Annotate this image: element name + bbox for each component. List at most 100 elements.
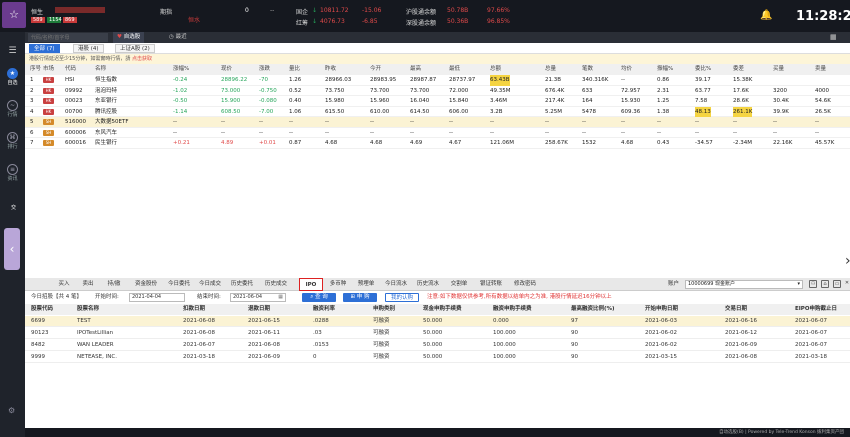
quote-col-header[interactable]: 笔数 <box>582 64 593 75</box>
quote-cell-prev: 15.980 <box>325 98 345 104</box>
tab-recent[interactable]: ◷ 最近 <box>165 32 191 43</box>
trade-tab[interactable]: 历史委托 <box>227 278 257 291</box>
search-input[interactable] <box>28 33 108 42</box>
ipo-col-header[interactable]: 退款日期 <box>248 304 270 315</box>
quote-row[interactable]: 6 SH 600006 东风汽车 -- -- -- -- -- -- -- -- -- -- -- -- -- -… <box>25 128 850 138</box>
quote-col-header[interactable]: 代码 <box>65 64 76 75</box>
subtab-all[interactable]: 全部 (7) <box>29 44 60 53</box>
subtab-sh[interactable]: 上证A股 (2) <box>115 44 155 53</box>
top-header: ☆ 恒生 589 1154 869 期指 恒水 0 -- 国企 ↓ 10811.… <box>0 0 850 32</box>
trade-tab[interactable]: 修改密码 <box>509 278 541 291</box>
quote-col-header[interactable]: 涨跌 <box>259 64 270 75</box>
account-select[interactable]: 10000699 现金账户 ▾ <box>685 280 803 289</box>
ipo-col-header[interactable]: 股票代码 <box>31 304 53 315</box>
quote-col-header[interactable]: 涨幅% <box>173 64 189 75</box>
ipo-col-header[interactable]: 扣款日期 <box>183 304 205 315</box>
chevron-left-icon: ‹ <box>9 242 15 256</box>
gear-icon[interactable]: ⚙ <box>8 406 15 415</box>
ipo-row[interactable]: 8482 WAN LEADER 2021-06-07 2021-06-08 .0153 可… <box>25 340 850 351</box>
sidebar-item-news[interactable]: ≡ 资讯 <box>0 164 25 182</box>
quote-col-header[interactable]: 最低 <box>449 64 460 75</box>
quote-col-header[interactable]: 现价 <box>221 64 232 75</box>
trade-tab[interactable]: 持/撤 <box>101 278 127 291</box>
notice-link[interactable]: 点击获取 <box>132 56 152 62</box>
quote-col-header[interactable]: 今开 <box>370 64 381 75</box>
trade-tab[interactable]: 今日委托 <box>165 278 193 291</box>
quote-row[interactable]: 4 HK 00700 腾讯控股 -1.14 608.50 -7.00 1.06 615.50 61… <box>25 106 850 117</box>
ipo-col-header[interactable]: 融资申购手续费 <box>493 304 532 315</box>
quote-col-header[interactable]: 名称 <box>95 64 106 75</box>
trade-tab[interactable]: 历史成交 <box>259 278 293 291</box>
user-icon[interactable]: ⚇ <box>809 280 817 288</box>
trade-tab[interactable]: 银证转账 <box>475 278 507 291</box>
app-logo-icon[interactable]: ☆ <box>2 2 26 28</box>
trade-tab[interactable]: 交割单 <box>445 278 473 291</box>
trade-tab[interactable]: 多币种 <box>325 278 351 291</box>
window-icon[interactable]: ▭ <box>833 280 841 288</box>
ipo-cell-deduct: 2021-06-07 <box>183 342 215 348</box>
sidebar-item-label: 排行 <box>7 144 18 150</box>
quote-col-header[interactable]: 总额 <box>490 64 501 75</box>
trade-tab[interactable]: 今日流水 <box>381 278 411 291</box>
sidebar-item-watchlist[interactable]: ★ 自选 <box>0 68 25 86</box>
quote-row[interactable]: 2 HK 09992 泡泡玛特 -1.02 73.000 -0.750 0.52 73.750 7… <box>25 86 850 96</box>
quote-cell-code: 600006 <box>65 129 86 136</box>
subtab-hk[interactable]: 港股 (4) <box>73 44 104 53</box>
quote-col-header[interactable]: 卖量 <box>815 64 826 75</box>
ipo-col-header[interactable]: 申购类别 <box>373 304 395 315</box>
quote-cell-vol: 5.25M <box>545 108 562 115</box>
quote-col-header[interactable]: 振幅% <box>657 64 673 75</box>
ipo-cell-rate: 0 <box>313 354 317 360</box>
ipo-col-header[interactable]: 股票名称 <box>77 304 99 315</box>
lock-icon[interactable]: ⌂ <box>821 280 829 288</box>
quote-col-header[interactable]: 昨收 <box>325 64 336 75</box>
grid-icon[interactable]: ▦ <box>830 33 837 41</box>
quote-col-header[interactable]: 最高 <box>410 64 421 75</box>
tab-watchlist[interactable]: ♥ 自选股 <box>113 32 145 43</box>
my-subscription-button[interactable]: 我的认购 <box>385 293 419 302</box>
quote-col-header[interactable]: 序号 <box>30 64 41 75</box>
apply-button[interactable]: ⊞ 申 购 <box>343 293 377 302</box>
sidebar-item-market[interactable]: ~ 行情 <box>0 100 25 118</box>
trade-tab[interactable]: 买入 <box>53 278 75 291</box>
start-date-input[interactable]: 2021-04-04 <box>129 293 185 302</box>
ipo-row[interactable]: 9999 NETEASE, INC. 2021-03-18 2021-06-09 0 可融… <box>25 352 850 363</box>
quote-row[interactable]: 7 SH 600016 民生银行 +0.21 4.89 +0.01 0.87 4.68 4.68 4… <box>25 138 850 149</box>
quote-cell-chg: -0.080 <box>259 98 277 104</box>
trade-tab[interactable]: IPO <box>299 278 323 291</box>
trade-tab[interactable]: 卖出 <box>77 278 99 291</box>
quote-row[interactable]: 3 HK 00023 东亚银行 -0.50 15.900 -0.080 0.40 15.980 1… <box>25 96 850 107</box>
quote-col-header[interactable]: 量比 <box>289 64 300 75</box>
quote-col-header[interactable]: 均价 <box>621 64 632 75</box>
sidebar-collapse-handle[interactable]: ‹ <box>4 228 20 270</box>
ipo-col-header[interactable]: 现金申购手续费 <box>423 304 462 315</box>
quote-col-header[interactable]: 买量 <box>773 64 784 75</box>
quote-col-header[interactable]: 委差 <box>733 64 744 75</box>
ipo-col-header[interactable]: 交易日期 <box>725 304 747 315</box>
trade-tab[interactable]: 历史流水 <box>413 278 443 291</box>
trade-tab[interactable]: 今日成交 <box>195 278 225 291</box>
ipo-row[interactable]: 6699 TEST 2021-06-08 2021-06-15 .0288 可融资 50.0… <box>25 316 850 327</box>
chevron-right-icon[interactable]: › <box>845 253 850 269</box>
quote-row[interactable]: 1 HK HSI 恒生指数 -0.24 28896.22 -70 1.26 28966.03 28… <box>25 75 850 86</box>
close-icon[interactable]: ✕ <box>843 280 850 288</box>
quote-row[interactable]: 5 SH 516000 大数据50ETF -- -- -- -- -- -- -- -- -- -- -- -… <box>25 117 850 128</box>
sidebar-item-rank[interactable]: ⌘ 排行 <box>0 132 25 150</box>
ipo-col-header[interactable]: 开始申购日期 <box>645 304 678 315</box>
start-time-label: 开始时间: <box>95 294 119 300</box>
ipo-col-header[interactable]: 融资利率 <box>313 304 335 315</box>
query-button[interactable]: ⌕ 查 询 <box>302 293 336 302</box>
ipo-cell-start: 2021-06-03 <box>645 318 677 324</box>
ipo-row[interactable]: 90123 IPOTestLillian 2021-06-08 2021-06-11.… <box>25 328 850 339</box>
bell-icon[interactable]: 🔔 <box>760 10 772 21</box>
quote-col-header[interactable]: 市场 <box>43 64 54 75</box>
ipo-col-header[interactable]: EIPO申购截止日 <box>795 304 837 315</box>
quote-cell-low: 4.67 <box>449 140 462 146</box>
ipo-col-header[interactable]: 最高融资比例(%) <box>571 304 615 315</box>
end-date-input[interactable]: 2021-06-04 ▦ <box>230 293 286 302</box>
trade-tab[interactable]: 预埋单 <box>353 278 379 291</box>
sidebar-menu[interactable]: ☰ <box>0 46 25 56</box>
trade-tab[interactable]: 资金股份 <box>129 278 163 291</box>
quote-col-header[interactable]: 委比% <box>695 64 711 75</box>
quote-col-header[interactable]: 总量 <box>545 64 556 75</box>
